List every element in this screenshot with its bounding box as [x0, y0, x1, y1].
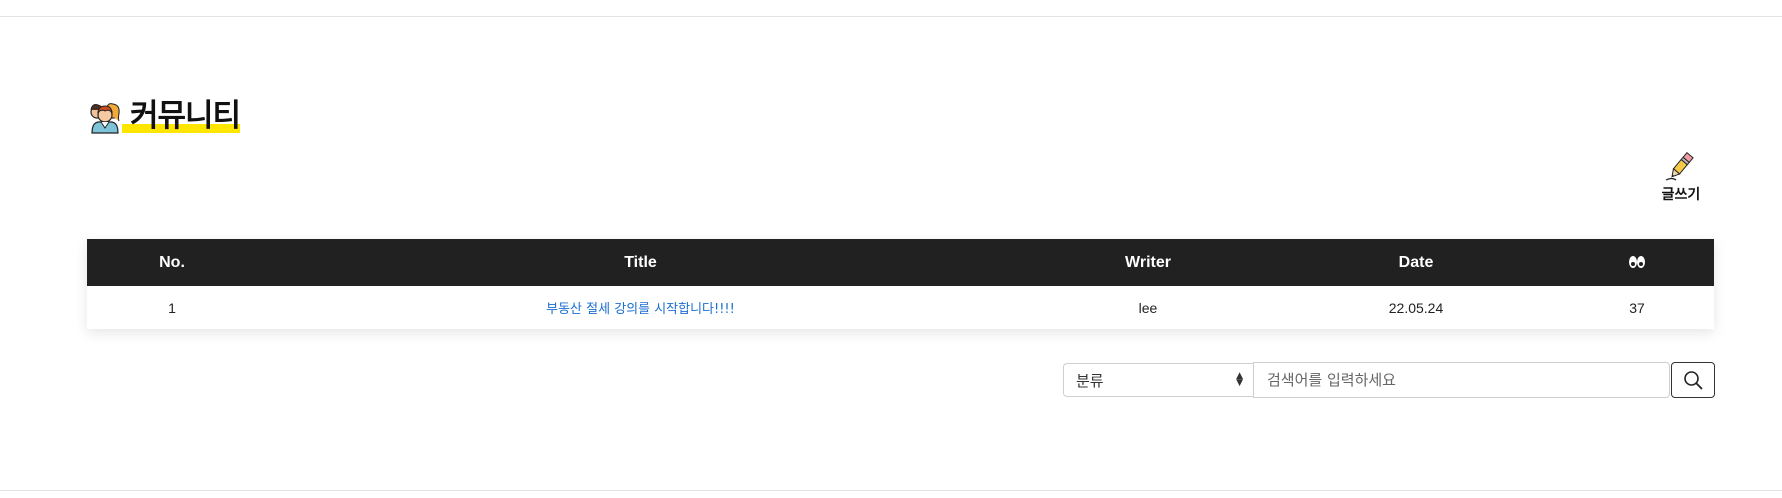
search-button[interactable] [1671, 362, 1715, 398]
select-arrows-icon: ▲ ▼ [1236, 371, 1243, 388]
pencil-icon [1665, 151, 1694, 181]
page-title-wrap: 커뮤니티 [122, 98, 241, 134]
cell-title: 부동산 절세 강의를 시작합니다!!!! [257, 298, 1024, 317]
column-header-title: Title [624, 253, 657, 271]
search-input[interactable] [1253, 362, 1670, 398]
table-row[interactable]: 1 부동산 절세 강의를 시작합니다!!!! lee 22.05.24 37 [87, 286, 1714, 329]
column-header-no: No. [159, 253, 185, 271]
write-post-button[interactable]: 글쓰기 [1650, 150, 1712, 206]
search-icon [1684, 371, 1703, 390]
column-header-date: Date [1398, 253, 1434, 271]
category-select[interactable]: 분류 ▲ ▼ [1063, 363, 1253, 397]
post-table: No. Title Writer Date 1 부동산 절세 강의를 시작합니다… [87, 239, 1714, 329]
cell-date: 22.05.24 [1388, 299, 1444, 316]
post-title-link[interactable]: 부동산 절세 강의를 시작합니다!!!! [546, 302, 735, 317]
bottom-divider [0, 490, 1782, 491]
category-selected-value: 분류 [1076, 371, 1104, 390]
top-divider [0, 16, 1782, 17]
page-heading: 커뮤니티 [86, 96, 241, 136]
table-header: No. Title Writer Date [87, 239, 1714, 286]
cell-writer: lee [1138, 299, 1158, 316]
write-label: 글쓰기 [1661, 187, 1701, 203]
cell-views: 37 [1629, 299, 1645, 316]
page-title: 커뮤니티 [130, 98, 241, 134]
search-bar: 분류 ▲ ▼ [1063, 362, 1715, 398]
column-header-views [1560, 254, 1714, 272]
cell-no: 1 [168, 299, 176, 316]
column-header-writer: Writer [1125, 253, 1171, 271]
people-icon [90, 103, 120, 134]
eyes-icon [1629, 256, 1645, 269]
